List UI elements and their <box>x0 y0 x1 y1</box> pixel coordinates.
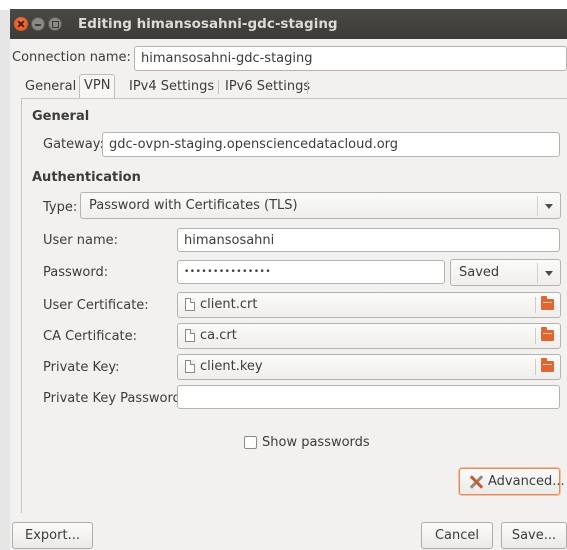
ca-certificate-chooser[interactable]: ca.crt <box>177 323 561 349</box>
window-title: Editing himansosahni-gdc-staging <box>78 16 338 32</box>
cancel-button[interactable]: Cancel <box>421 522 493 549</box>
ca-certificate-label: CA Certificate: <box>43 329 138 344</box>
title-bar[interactable]: Editing himansosahni-gdc-staging <box>10 9 567 39</box>
ca-certificate-filename: ca.crt <box>200 328 237 343</box>
private-key-password-field[interactable] <box>177 385 560 409</box>
private-key-chooser[interactable]: client.key <box>177 354 561 380</box>
username-label: User name: <box>43 233 119 248</box>
connection-name-label: Connection name: <box>12 50 131 65</box>
authentication-section-heading: Authentication <box>32 170 141 185</box>
type-label: Type: <box>43 200 78 215</box>
connection-name-field[interactable]: himansosahni-gdc-staging <box>134 46 567 71</box>
user-certificate-label: User Certificate: <box>43 298 149 313</box>
tab-divider <box>307 80 308 94</box>
gateway-field[interactable]: gdc-ovpn-staging.opensciencedatacloud.or… <box>102 132 560 157</box>
tab-ipv6-settings[interactable]: IPv6 Settings <box>221 76 314 98</box>
chooser-divider <box>535 297 536 313</box>
password-storage-value: Saved <box>459 265 500 280</box>
chevron-down-icon <box>537 196 560 216</box>
chevron-down-icon <box>537 263 560 283</box>
advanced-button[interactable]: Advanced... <box>459 468 565 495</box>
user-certificate-chooser[interactable]: client.crt <box>177 292 561 318</box>
tools-icon <box>468 474 484 490</box>
folder-icon <box>541 358 554 372</box>
gateway-label: Gateway: <box>43 137 104 152</box>
password-field[interactable]: ••••••••••••••• <box>177 260 445 284</box>
folder-icon <box>541 327 554 341</box>
general-section-heading: General <box>32 109 90 124</box>
chooser-divider <box>535 359 536 375</box>
tab-vpn[interactable]: VPN <box>79 74 116 99</box>
tab-ipv4-settings[interactable]: IPv4 Settings <box>125 76 218 98</box>
password-label: Password: <box>43 265 109 280</box>
desktop-background <box>0 0 10 550</box>
private-key-filename: client.key <box>200 359 263 374</box>
tab-divider <box>218 80 219 94</box>
advanced-button-label: Advanced... <box>488 474 565 489</box>
folder-icon <box>541 296 554 310</box>
export-button[interactable]: Export... <box>12 522 93 549</box>
document-icon <box>185 298 195 311</box>
username-field[interactable]: himansosahni <box>177 228 560 252</box>
auth-type-value: Password with Certificates (TLS) <box>89 198 298 213</box>
private-key-label: Private Key: <box>43 360 120 375</box>
minimize-window-icon[interactable] <box>31 17 45 31</box>
private-key-password-label: Private Key Password: <box>43 391 186 406</box>
user-certificate-filename: client.crt <box>200 297 258 312</box>
maximize-window-icon[interactable] <box>48 17 62 31</box>
show-passwords-checkbox[interactable] <box>244 436 257 449</box>
auth-type-dropdown[interactable]: Password with Certificates (TLS) <box>80 192 561 219</box>
chooser-divider <box>535 328 536 344</box>
tab-general[interactable]: General <box>21 76 80 98</box>
document-icon <box>185 360 195 373</box>
vpn-editor-window: Editing himansosahni-gdc-staging Connect… <box>10 9 567 550</box>
password-storage-dropdown[interactable]: Saved <box>450 259 561 286</box>
show-passwords-label[interactable]: Show passwords <box>262 435 370 450</box>
document-icon <box>185 329 195 342</box>
save-button[interactable]: Save... <box>501 522 567 549</box>
close-window-icon[interactable] <box>14 17 28 31</box>
